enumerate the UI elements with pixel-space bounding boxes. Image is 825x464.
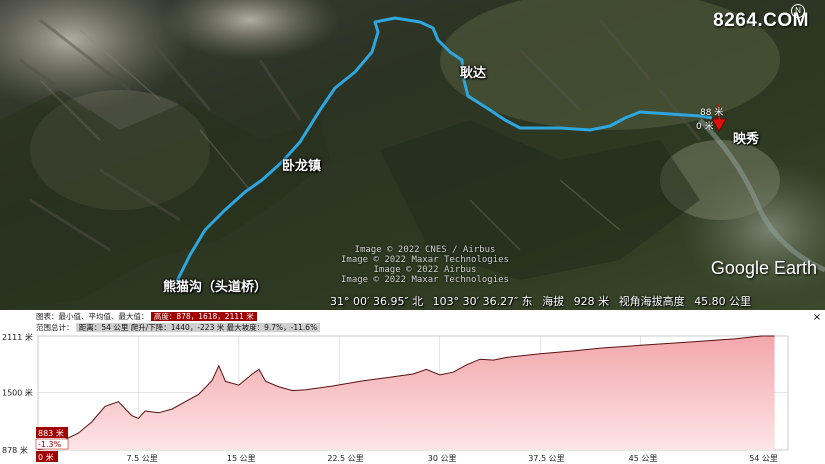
y-tick-label: 1500 米 bbox=[2, 387, 33, 397]
y-tick-label: 878 米 bbox=[2, 445, 28, 455]
cursor-grade: -1.3% bbox=[38, 440, 62, 449]
compass-north-icon[interactable]: N bbox=[791, 4, 805, 18]
x-tick-label: 54 公里 bbox=[749, 454, 778, 463]
marker-distance-label: 0 米 bbox=[696, 122, 714, 132]
place-label-xiongmaogou[interactable]: 熊猫沟（头道桥） bbox=[163, 276, 267, 295]
elevation-label: 海拔 bbox=[542, 295, 565, 308]
elevation-profile-chart[interactable]: 2111 米 1500 米 878 米 7.5 公里 15 公里 22.5 公里 30 公… bbox=[0, 310, 825, 464]
cursor-readout: 883 米 -1.3% 0 米 bbox=[35, 427, 69, 462]
y-tick-label: 2111 米 bbox=[2, 332, 33, 342]
place-label-gengda[interactable]: 耿达 bbox=[460, 62, 486, 81]
place-label-yingxiu[interactable]: 映秀 bbox=[733, 128, 759, 147]
imagery-credit: Image © 2022 Maxar Technologies bbox=[341, 275, 509, 285]
x-tick-label: 22.5 公里 bbox=[327, 454, 363, 463]
eye-altitude-label: 视角海拔高度 bbox=[618, 295, 685, 308]
marker-elevation-label: 88 米 bbox=[700, 108, 724, 118]
cursor-distance: 0 米 bbox=[38, 452, 54, 462]
latitude-readout: 31° 00′ 36.95″ 北 bbox=[330, 295, 424, 308]
imagery-credit: Image © 2022 CNES / Airbus bbox=[354, 245, 496, 255]
x-tick-label: 45 公里 bbox=[629, 454, 658, 463]
x-tick-label: 37.5 公里 bbox=[528, 454, 564, 463]
imagery-credit: Image © 2022 Airbus bbox=[373, 265, 477, 275]
place-label-wolong[interactable]: 卧龙镇 bbox=[282, 155, 321, 174]
longitude-readout: 103° 30′ 36.27″ 东 bbox=[432, 295, 533, 308]
imagery-credit: Image © 2022 Maxar Technologies bbox=[341, 255, 509, 265]
coordinate-status-bar: 31° 00′ 36.95″ 北 103° 30′ 36.27″ 东 海拔 92… bbox=[330, 294, 825, 310]
x-tick-label: 7.5 公里 bbox=[126, 454, 157, 463]
cursor-elevation: 883 米 bbox=[38, 428, 64, 438]
x-tick-label: 30 公里 bbox=[428, 454, 457, 463]
elevation-readout: 928 米 bbox=[573, 295, 610, 308]
x-tick-label: 15 公里 bbox=[227, 454, 256, 463]
google-earth-brand: Google Earth bbox=[710, 258, 817, 278]
eye-altitude-readout: 45.80 公里 bbox=[694, 295, 752, 308]
satellite-map-view[interactable]: 熊猫沟（头道桥） 卧龙镇 耿达 映秀 88 米 0 米 Image © 2022… bbox=[0, 0, 825, 310]
